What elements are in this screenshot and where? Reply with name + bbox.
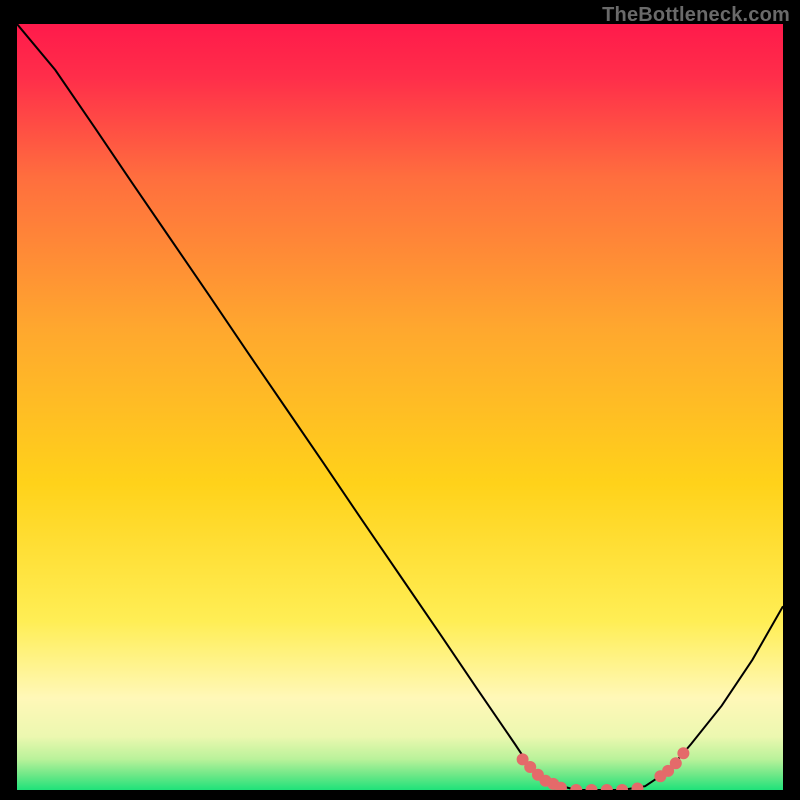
chart-stage: TheBottleneck.com xyxy=(0,0,800,800)
plot-area xyxy=(17,24,783,790)
watermark-text: TheBottleneck.com xyxy=(602,4,790,27)
gradient-background xyxy=(17,24,783,790)
bottleneck-chart xyxy=(17,24,783,790)
optimal-marker xyxy=(677,747,689,759)
optimal-marker xyxy=(670,757,682,769)
